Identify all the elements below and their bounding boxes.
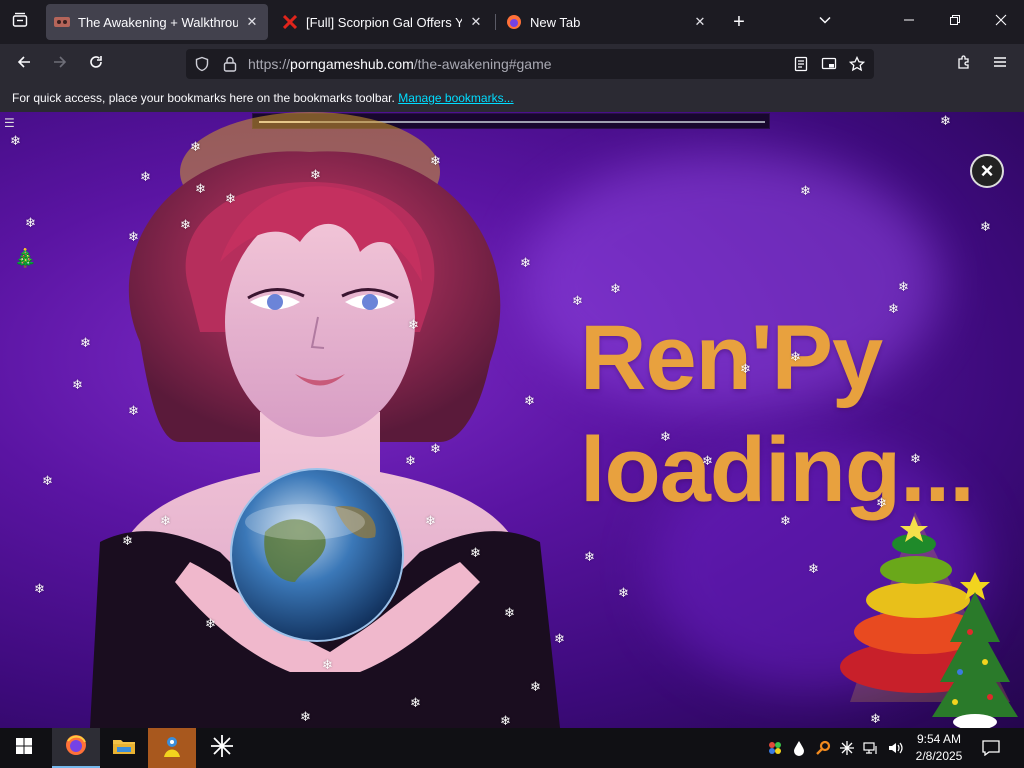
- screen: The Awakening + Walkthrough ✕ [Full] Sco…: [0, 0, 1024, 768]
- bookmarks-hint-text: For quick access, place your bookmarks h…: [12, 91, 395, 105]
- tab-new-tab[interactable]: New Tab ✕: [498, 4, 716, 40]
- minimize-icon: [903, 13, 915, 31]
- close-icon: ×: [980, 158, 994, 183]
- windows-logo-icon: [16, 737, 32, 759]
- snowflake: ❄: [34, 581, 45, 596]
- minimize-button[interactable]: [886, 0, 932, 44]
- lock-icon[interactable]: [222, 55, 238, 78]
- snowflake: ❄: [870, 711, 881, 726]
- tracking-protection-shield-icon[interactable]: [194, 56, 210, 77]
- snowflake: ❄: [25, 215, 36, 230]
- volume-icon[interactable]: [886, 739, 904, 757]
- renpy-loading-text: Ren'Py loading...: [580, 302, 975, 526]
- firefox-icon: [64, 733, 88, 762]
- x-site-favicon-icon: [282, 14, 298, 30]
- notification-center-icon[interactable]: [982, 739, 1000, 757]
- chevron-down-icon: [818, 13, 832, 32]
- taskbar-snow-app[interactable]: [198, 728, 246, 768]
- tree-cursor-icon: 🎄: [14, 248, 37, 268]
- close-window-button[interactable]: [978, 0, 1024, 44]
- back-button[interactable]: [10, 50, 38, 78]
- tab-overview-button[interactable]: [8, 10, 32, 34]
- game-site-favicon-icon: [54, 14, 70, 30]
- asterisk-snowflake-icon: [210, 734, 234, 763]
- tray-app-icon[interactable]: [766, 739, 784, 757]
- tab-title: The Awakening + Walkthrough: [78, 14, 238, 30]
- folder-icon: [112, 736, 136, 761]
- loading-title-line: Ren'Py: [580, 307, 883, 409]
- taskbar-game-app[interactable]: [148, 728, 196, 768]
- network-icon[interactable]: [862, 739, 880, 757]
- game-canvas[interactable]: ☰ Ren'Py loading... × ❄ ❄ ❄ ❄ ❄ ❄ ❄ ❄ ❄ …: [0, 112, 1024, 728]
- tab-overview-icon: [12, 12, 28, 33]
- app-menu-button[interactable]: [986, 50, 1014, 78]
- game-app-icon: [159, 733, 185, 764]
- snowflake: ❄: [980, 219, 991, 234]
- navigation-toolbar: https://porngameshub.com/the-awakening#g…: [0, 44, 1024, 84]
- extensions-button[interactable]: [950, 50, 978, 78]
- close-icon: [995, 13, 1007, 31]
- restore-icon: [949, 13, 961, 31]
- christmas-tree-decoration: [932, 572, 1018, 728]
- tab-separator: [495, 14, 496, 30]
- clock-time: 9:54 AM: [916, 732, 962, 746]
- taskbar-file-explorer[interactable]: [100, 728, 148, 768]
- bookmarks-toolbar: For quick access, place your bookmarks h…: [0, 84, 1024, 112]
- puzzle-piece-icon: [956, 54, 972, 75]
- tab-the-awakening[interactable]: The Awakening + Walkthrough ✕: [46, 4, 268, 40]
- tab-close-icon[interactable]: ✕: [692, 14, 708, 30]
- tab-close-icon[interactable]: ✕: [244, 14, 260, 30]
- arrow-left-icon: [16, 54, 32, 75]
- snowflake: ❄: [42, 473, 53, 488]
- character-illustration: [90, 112, 560, 728]
- snowflake: ❄: [940, 113, 951, 128]
- hamburger-menu-icon: [992, 54, 1008, 75]
- reload-icon: [88, 54, 104, 75]
- new-tab-button[interactable]: +: [727, 10, 751, 34]
- snowflake: ❄: [618, 585, 629, 600]
- clock-date: 2/8/2025: [915, 749, 963, 763]
- close-game-button[interactable]: ×: [970, 154, 1004, 188]
- taskbar-clock[interactable]: 9:54 AM 2/8/2025: [908, 731, 970, 765]
- taskbar-firefox[interactable]: [52, 728, 100, 768]
- tab-strip: The Awakening + Walkthrough ✕ [Full] Sco…: [0, 0, 1024, 44]
- start-button[interactable]: [0, 728, 48, 768]
- snowflake: ❄: [10, 133, 21, 148]
- tray-snow-icon[interactable]: [838, 739, 856, 757]
- url-text: https://porngameshub.com/the-awakening#g…: [248, 56, 552, 72]
- tray-droplet-icon[interactable]: [790, 739, 808, 757]
- tab-close-icon[interactable]: ✕: [468, 14, 484, 30]
- list-all-tabs-button[interactable]: [813, 10, 837, 34]
- tab-scorpion-gal[interactable]: [Full] Scorpion Gal Offers You A ✕: [274, 4, 492, 40]
- url-bar[interactable]: https://porngameshub.com/the-awakening#g…: [186, 49, 874, 79]
- arrow-right-icon: [52, 54, 68, 75]
- bookmark-star-icon[interactable]: [848, 55, 866, 73]
- picture-in-picture-icon[interactable]: [820, 55, 838, 73]
- windows-taskbar: 9:54 AM 2/8/2025: [0, 728, 1024, 768]
- forward-button[interactable]: [46, 50, 74, 78]
- plus-icon: +: [733, 10, 745, 33]
- tray-search-icon[interactable]: [814, 739, 832, 757]
- manage-bookmarks-link[interactable]: Manage bookmarks...: [398, 91, 513, 105]
- restore-button[interactable]: [932, 0, 978, 44]
- tab-title: New Tab: [530, 14, 581, 30]
- firefox-favicon-icon: [506, 14, 522, 30]
- tab-title: [Full] Scorpion Gal Offers You A: [306, 14, 462, 30]
- game-menu-icon[interactable]: ☰: [4, 116, 15, 130]
- reload-button[interactable]: [82, 50, 110, 78]
- reader-view-icon[interactable]: [792, 55, 810, 73]
